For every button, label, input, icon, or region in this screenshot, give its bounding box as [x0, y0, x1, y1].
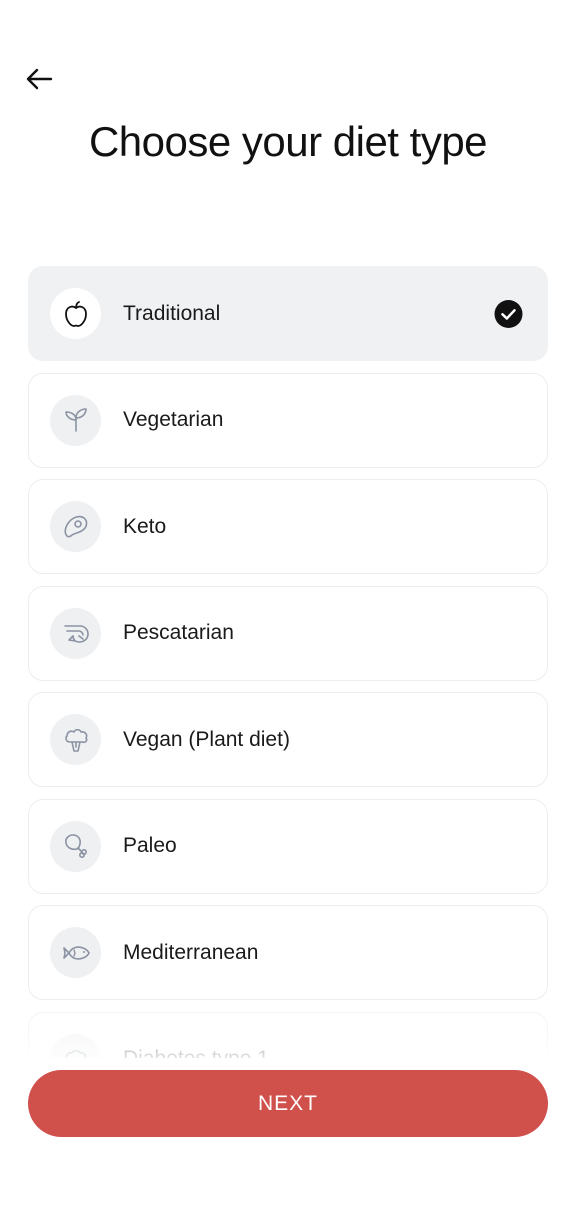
option-label: Vegetarian: [123, 408, 224, 431]
diet-option-keto[interactable]: Keto: [28, 479, 548, 574]
shrimp-icon: [63, 625, 89, 643]
option-label: Pescatarian: [123, 621, 234, 644]
page-title: Choose your diet type: [88, 118, 488, 165]
option-icon-circle: [50, 288, 101, 339]
diet-option-vegetarian[interactable]: Vegetarian: [28, 372, 548, 468]
next-button[interactable]: NEXT: [28, 1070, 548, 1137]
back-button[interactable]: [22, 62, 56, 96]
option-label: Vegan (Plant diet): [123, 727, 290, 751]
option-icon-circle: [50, 394, 101, 446]
option-label: Keto: [123, 514, 167, 538]
drumstick-icon: [64, 834, 87, 858]
option-icon-circle: [50, 820, 101, 872]
apple-icon: [64, 300, 87, 327]
diet-option-paleo[interactable]: Paleo: [28, 798, 548, 894]
diet-options-list: Traditional Vegetarian Keto Pescatarian …: [28, 266, 548, 1118]
option-icon-circle: [50, 714, 101, 765]
diet-option-mediterranean[interactable]: Mediterranean: [28, 905, 548, 1000]
checkmark-circle-icon: [494, 299, 523, 328]
option-label: Paleo: [123, 834, 177, 857]
option-icon-circle: [50, 501, 101, 552]
arrow-left-icon: [26, 68, 53, 90]
broccoli-icon: [64, 728, 87, 752]
option-icon-circle: [50, 927, 101, 978]
steak-icon: [63, 515, 87, 537]
diet-option-traditional[interactable]: Traditional: [28, 266, 548, 361]
diet-option-pescatarian[interactable]: Pescatarian: [28, 585, 548, 681]
fish-icon: [62, 945, 90, 960]
sprout-icon: [64, 408, 87, 432]
option-label: Mediterranean: [123, 940, 259, 964]
option-label: Traditional: [123, 301, 221, 325]
option-icon-circle: [50, 607, 101, 659]
diet-option-vegan[interactable]: Vegan (Plant diet): [28, 692, 548, 787]
